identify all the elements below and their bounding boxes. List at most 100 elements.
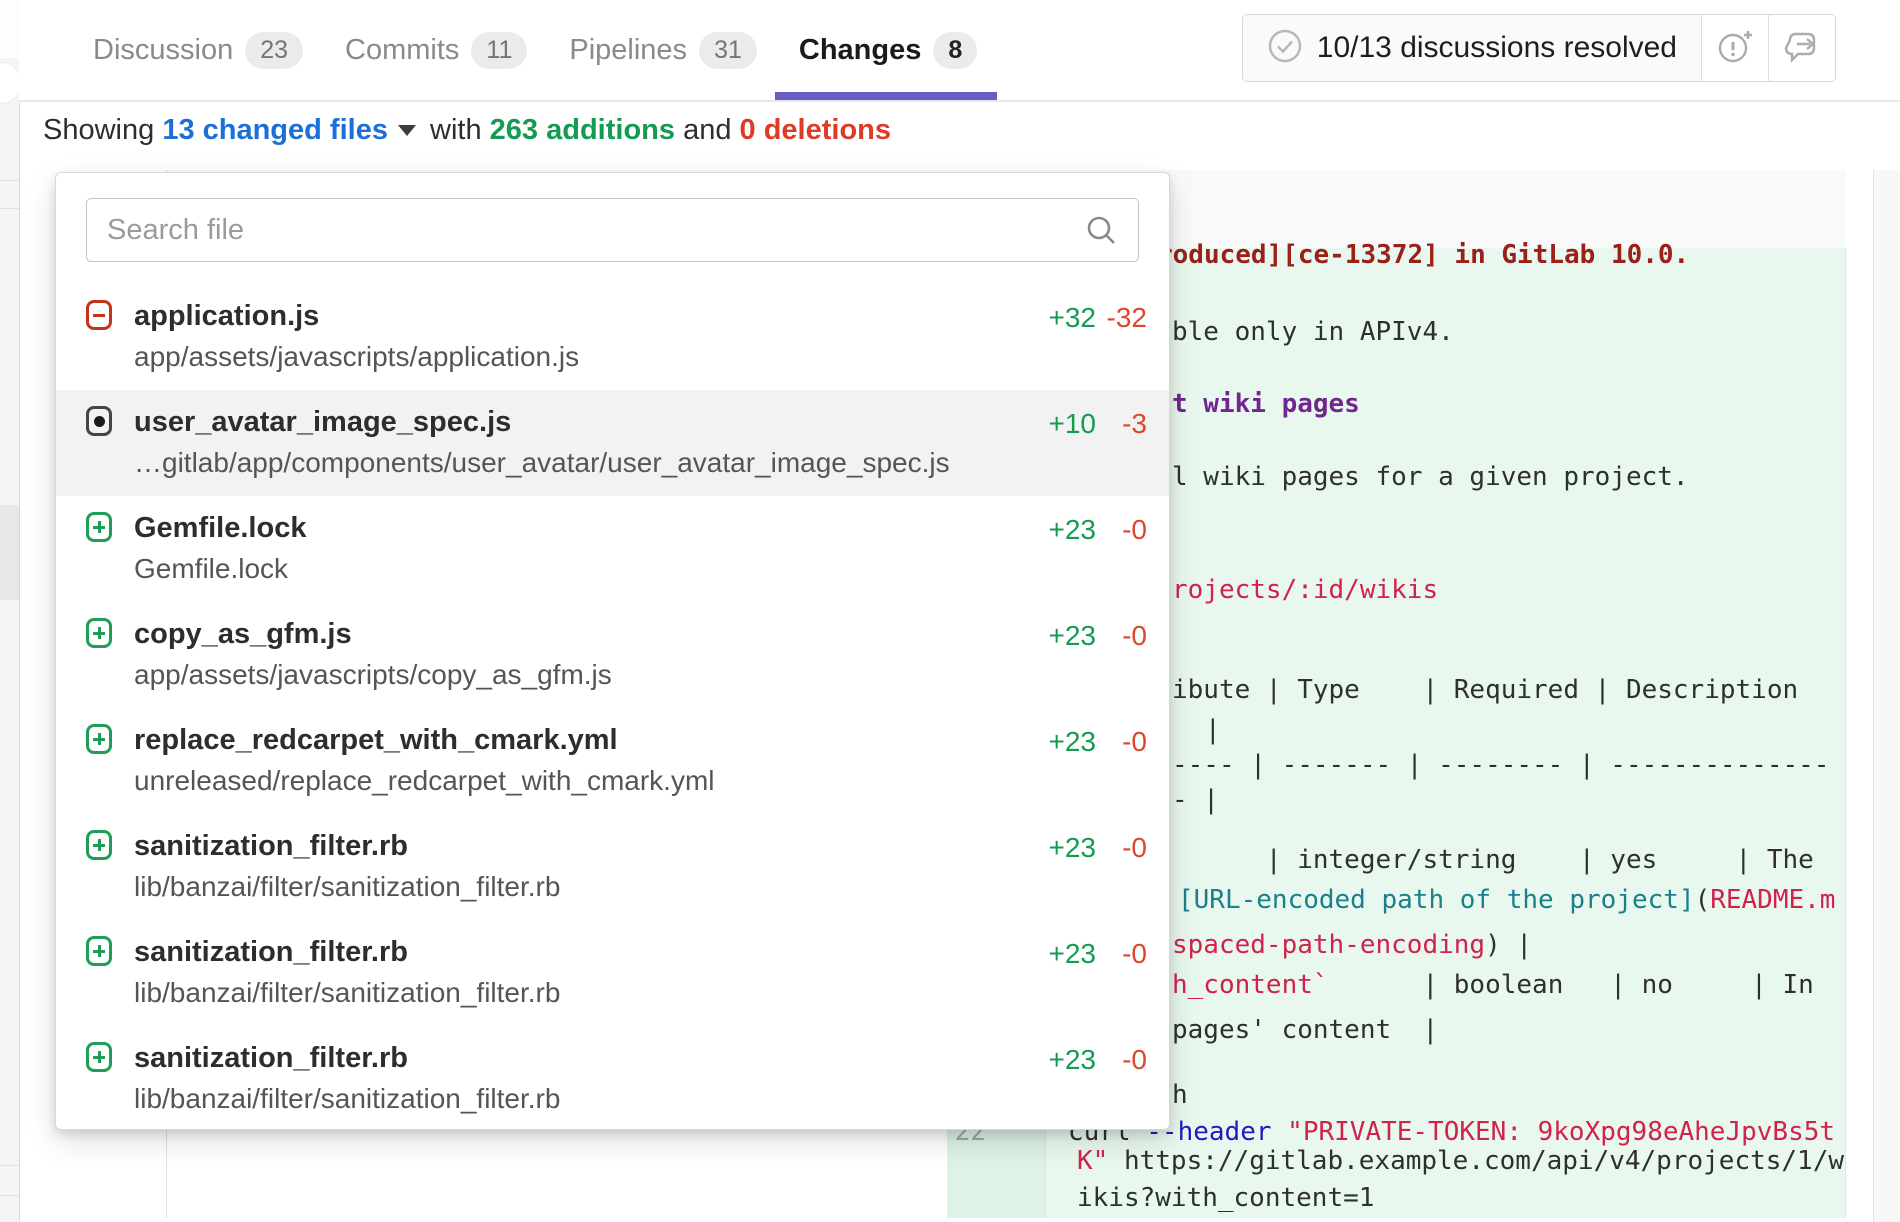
deletions-count: -32 — [1104, 302, 1147, 334]
search-icon — [1083, 212, 1121, 255]
code-segment: h — [1172, 1080, 1188, 1110]
file-name: user_avatar_image_spec.js — [134, 406, 511, 439]
code-segment: - | — [1172, 785, 1219, 815]
summary-deletions: 0 deletions — [740, 114, 892, 146]
summary-showing: Showing — [43, 114, 154, 146]
tab-pipelines[interactable]: Pipelines31 — [569, 0, 757, 100]
diff-code-line: ikis?with_content=1 — [1077, 1182, 1374, 1214]
diff-code-line: | integer/string | yes | The — [1172, 844, 1814, 876]
rail-selected-item — [0, 505, 19, 600]
deletions-count: -0 — [1104, 620, 1147, 652]
code-segment: ---- | ------- | -------- | ------------… — [1172, 750, 1829, 780]
diff-code-line: ble only in APIv4. — [1172, 316, 1454, 348]
tab-label: Changes — [799, 34, 921, 67]
summary-with: with — [430, 114, 482, 146]
tab-discussion[interactable]: Discussion23 — [93, 0, 303, 100]
additions-count: +23 — [1031, 1044, 1096, 1076]
discussions-resolved-button[interactable]: 10/13 discussions resolved — [1243, 15, 1701, 81]
file-deleted-icon — [86, 300, 112, 330]
file-path: app/assets/javascripts/application.js — [134, 341, 579, 373]
left-rail — [0, 0, 20, 1222]
diff-code-line: rojects/:id/wikis — [1172, 574, 1438, 606]
file-row[interactable]: copy_as_gfm.js app/assets/javascripts/cop… — [56, 602, 1169, 708]
code-segment: | integer/string | yes | The — [1172, 845, 1814, 875]
diff-code-line: ---- | ------- | -------- | ------------… — [1172, 749, 1829, 781]
code-segment: | — [1205, 715, 1221, 745]
tab-changes[interactable]: Changes8 — [799, 0, 977, 100]
changed-files-dropdown-toggle[interactable]: 13 changed files — [162, 114, 388, 146]
diff-code-line: h_content` | boolean | no | In — [1172, 969, 1814, 1001]
summary-and: and — [683, 114, 731, 146]
code-segment: roduced][ce-13372] in GitLab 10.0. — [1157, 240, 1689, 270]
file-path: …gitlab/app/components/user_avatar/user_… — [134, 447, 950, 479]
tab-count-badge: 11 — [471, 32, 527, 69]
merge-request-tabbar: Discussion23 Commits 11 Pipelines31 Changes8… — [19, 0, 1900, 102]
changes-summary: Showing 13 changed files with 263 additi… — [43, 114, 891, 147]
diff-code-line: | — [1205, 714, 1221, 746]
additions-count: +23 — [1031, 726, 1096, 758]
code-segment: https://gitlab.example.com/api/v4/projec… — [1108, 1146, 1844, 1176]
file-path: Gemfile.lock — [134, 553, 288, 585]
file-row[interactable]: sanitization_filter.rb lib/banzai/filter/… — [56, 920, 1169, 1026]
file-name: replace_redcarpet_with_cmark.yml — [134, 724, 618, 757]
file-row[interactable]: Gemfile.lockGemfile.lock+23-0 — [56, 496, 1169, 602]
diff-code-line: ibute | Type | Required | Description — [1172, 674, 1798, 706]
deletions-count: -3 — [1104, 408, 1147, 440]
code-segment: "PRIVATE-TOKEN: 9koXpg98eAheJpvBs5t — [1287, 1117, 1835, 1147]
code-segment: ikis?with_content=1 — [1077, 1183, 1374, 1213]
file-modified-icon — [86, 406, 112, 436]
resolve-in-new-issue-icon — [1715, 26, 1755, 71]
file-added-icon — [86, 1042, 112, 1072]
jump-to-next-discussion-button[interactable] — [1768, 15, 1835, 81]
file-path: lib/banzai/filter/sanitization_filter.rb — [134, 977, 560, 1009]
additions-count: +23 — [1031, 938, 1096, 970]
file-name: sanitization_filter.rb — [134, 830, 408, 863]
diff-code-line: K" https://gitlab.example.com/api/v4/pro… — [1077, 1145, 1844, 1177]
deletions-count: -0 — [1104, 1044, 1147, 1076]
file-name: sanitization_filter.rb — [134, 1042, 408, 1075]
additions-count: +23 — [1031, 620, 1096, 652]
file-row[interactable]: user_avatar_image_spec.js …gitlab/app/com… — [56, 390, 1169, 496]
deletions-count: -0 — [1104, 832, 1147, 864]
file-added-icon — [86, 830, 112, 860]
code-segment: pages' content | — [1172, 1015, 1438, 1045]
changed-files-dropdown: application.js app/assets/javascripts/app… — [55, 172, 1170, 1130]
additions-count: +23 — [1031, 832, 1096, 864]
tab-count-badge: 23 — [245, 32, 303, 69]
code-segment: rojects/:id/wikis — [1172, 575, 1438, 605]
diff-container-right-border — [1845, 248, 1846, 1218]
file-added-icon — [86, 936, 112, 966]
file-name: sanitization_filter.rb — [134, 936, 408, 969]
file-added-icon — [86, 618, 112, 648]
file-path: app/assets/javascripts/copy_as_gfm.js — [134, 659, 612, 691]
diff-code-line: spaced-path-encoding) | — [1172, 929, 1532, 961]
diff-code-line: roduced][ce-13372] in GitLab 10.0. — [1157, 239, 1689, 271]
code-segment: h_content` — [1172, 970, 1329, 1000]
merge-request-changes-page: 22 roduced][ce-13372] in GitLab 10.0.ble… — [0, 0, 1900, 1222]
summary-additions: 263 additions — [490, 114, 675, 146]
diff-code-line: [URL-encoded path of the project](README… — [1178, 884, 1835, 916]
file-path: lib/banzai/filter/sanitization_filter.rb — [134, 871, 560, 903]
file-row[interactable]: sanitization_filter.rb lib/banzai/filter/… — [56, 814, 1169, 920]
search-file-input[interactable] — [86, 198, 1139, 262]
file-row[interactable]: replace_redcarpet_with_cmark.yml unreleas… — [56, 708, 1169, 814]
jump-to-next-discussion-icon — [1782, 26, 1822, 71]
file-row[interactable]: sanitization_filter.rblib/banzai/filter/… — [56, 1026, 1169, 1130]
file-row[interactable]: application.js app/assets/javascripts/app… — [56, 284, 1169, 390]
additions-count: +32 — [1031, 302, 1096, 334]
file-path: unreleased/replace_redcarpet_with_cmark.… — [134, 765, 715, 797]
tab-label: Pipelines — [569, 34, 687, 67]
file-name: application.js — [134, 300, 319, 333]
code-segment: README.m — [1710, 885, 1835, 915]
tab-commits[interactable]: Commits 11 — [345, 0, 527, 100]
code-segment: ) | — [1485, 930, 1532, 960]
resolve-in-new-issue-button[interactable] — [1701, 15, 1768, 81]
code-segment: ( — [1695, 885, 1711, 915]
tab-label: Commits — [345, 34, 459, 67]
code-segment: | boolean | no | In — [1329, 970, 1814, 1000]
deletions-count: -0 — [1104, 726, 1147, 758]
page-scroll-gutter[interactable] — [1873, 170, 1900, 1222]
file-name: copy_as_gfm.js — [134, 618, 352, 651]
file-name: Gemfile.lock — [134, 512, 306, 545]
chevron-down-icon[interactable] — [398, 125, 416, 136]
